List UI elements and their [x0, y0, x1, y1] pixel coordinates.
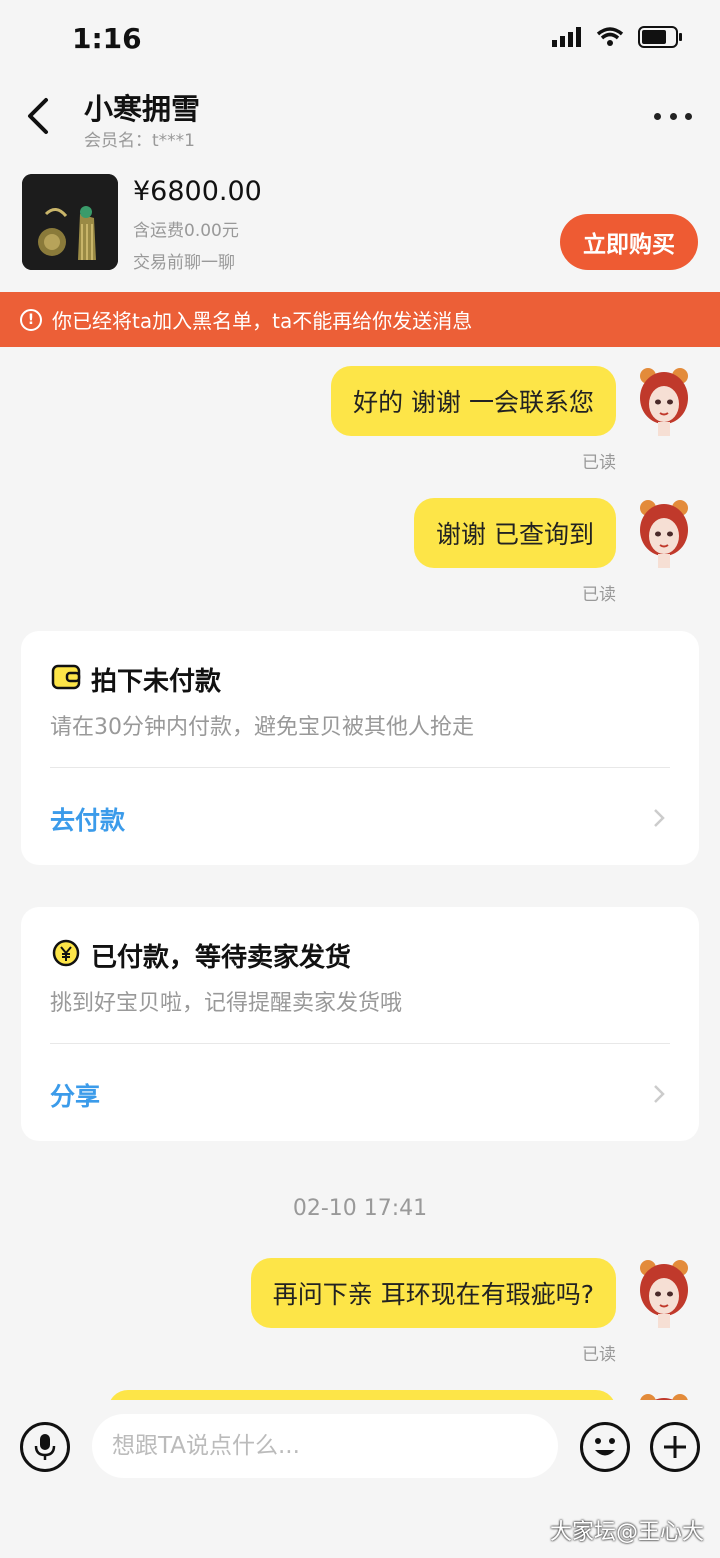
order-card-unpaid: 拍下未付款 请在30分钟内付款，避免宝贝被其他人抢走 去付款: [21, 631, 699, 865]
message-text: 再问下亲 耳环现在有瑕疵吗?: [272, 1280, 594, 1309]
dot-icon: [685, 112, 692, 120]
chat-hint: 交易前聊一聊: [133, 253, 235, 273]
message-text: 谢谢 已查询到: [436, 520, 594, 549]
share-link[interactable]: 分享: [50, 1077, 100, 1113]
user-avatar[interactable]: [636, 498, 692, 568]
earring-image-icon: [22, 174, 118, 270]
product-price: ¥6800.00: [133, 176, 262, 207]
user-avatar[interactable]: [636, 366, 692, 436]
status-icons: [552, 26, 684, 48]
status-time: 1:16: [72, 22, 142, 55]
divider: [50, 1043, 670, 1044]
blacklist-warning-banner: ! 你已经将ta加入黑名单，ta不能再给你发送消息: [0, 292, 720, 347]
wifi-icon: [596, 27, 624, 46]
order-card-paid: 已付款，等待卖家发货 挑到好宝贝啦，记得提醒卖家发货哦 分享: [21, 907, 699, 1141]
chat-header: 小寒拥雪 会员名：t***1: [0, 80, 720, 170]
card-description: 挑到好宝贝啦，记得提醒卖家发货哦: [50, 991, 403, 1016]
watermark: 大家坛@王心大: [549, 1520, 704, 1545]
wallet-icon: [51, 664, 81, 690]
dot-icon: [669, 112, 677, 120]
read-status: 已读: [582, 1345, 616, 1365]
message-text: 好的 谢谢 一会联系您: [353, 388, 594, 417]
divider: [50, 767, 670, 768]
message-bubble[interactable]: 再问下亲 耳环现在有瑕疵吗?: [250, 1258, 616, 1328]
member-name: 会员名：t***1: [84, 131, 195, 151]
product-summary[interactable]: ¥6800.00 含运费0.00元 交易前聊一聊 立即购买: [0, 170, 720, 292]
contact-name: 小寒拥雪: [84, 92, 201, 126]
message-input[interactable]: [92, 1414, 558, 1478]
message-bubble[interactable]: 谢谢 已查询到: [414, 498, 616, 568]
card-title: 已付款，等待卖家发货: [91, 943, 352, 973]
exclamation-icon: !: [20, 308, 42, 331]
read-status: 已读: [582, 453, 616, 473]
user-avatar[interactable]: [636, 1258, 692, 1328]
card-title: 拍下未付款: [91, 667, 222, 697]
voice-button[interactable]: [20, 1422, 70, 1472]
status-bar: 1:16: [0, 0, 720, 80]
message-timestamp: 02-10 17:41: [292, 1196, 428, 1221]
card-description: 请在30分钟内付款，避免宝贝被其他人抢走: [50, 715, 474, 740]
battery-icon: [638, 26, 682, 48]
read-status: 已读: [582, 585, 616, 605]
message-bubble[interactable]: 好的 谢谢 一会联系您: [331, 366, 616, 436]
yen-coin-icon: [52, 939, 80, 967]
product-thumbnail[interactable]: [22, 174, 118, 270]
plus-icon[interactable]: [650, 1422, 700, 1472]
emoji-icon[interactable]: [580, 1422, 630, 1472]
chevron-right-icon[interactable]: [651, 1083, 667, 1105]
back-icon[interactable]: [22, 94, 58, 138]
more-options-button[interactable]: [654, 102, 692, 130]
microphone-icon: [34, 1434, 56, 1460]
chevron-right-icon[interactable]: [651, 807, 667, 829]
dot-icon: [654, 112, 661, 120]
shipping-fee: 含运费0.00元: [133, 221, 239, 241]
input-bar: 大家坛@王心大: [0, 1400, 720, 1558]
warning-text: 你已经将ta加入黑名单，ta不能再给你发送消息: [52, 309, 473, 333]
signal-icon: [552, 27, 581, 47]
buy-now-button[interactable]: 立即购买: [560, 214, 698, 270]
pay-now-link[interactable]: 去付款: [50, 801, 125, 837]
